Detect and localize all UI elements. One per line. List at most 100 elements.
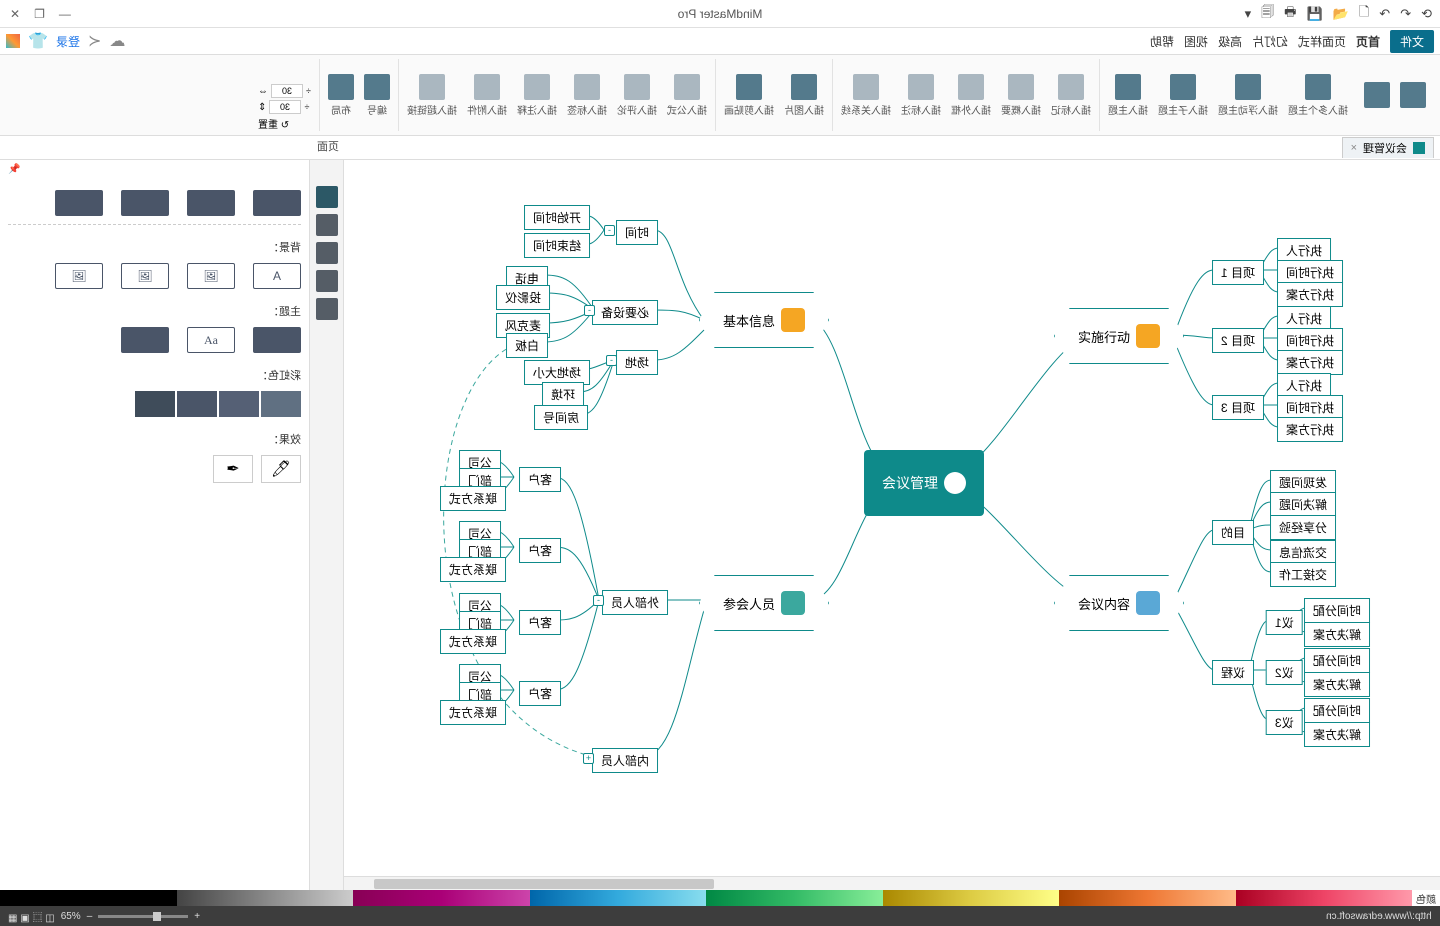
color-swatch[interactable] xyxy=(177,391,217,417)
expand-toggle[interactable]: + xyxy=(583,753,594,764)
layout-button[interactable]: 布局 xyxy=(328,74,354,117)
qat-refresh-icon[interactable]: ⟲ xyxy=(1421,6,1432,22)
insert-attachment[interactable]: 插入附件 xyxy=(467,74,507,117)
close-tab-icon[interactable]: × xyxy=(1351,142,1357,154)
layout-thumb[interactable] xyxy=(121,190,169,216)
node-root[interactable]: 会议管理 xyxy=(864,450,984,516)
share-icon[interactable]: ≻ xyxy=(88,31,101,51)
insert-float-topic[interactable]: 插入浮动主题 xyxy=(1218,74,1278,117)
star-tool-icon[interactable] xyxy=(316,242,338,264)
spacing-h-input[interactable]: 30 xyxy=(271,84,303,98)
collapse-toggle[interactable]: - xyxy=(593,595,604,606)
node-exec[interactable]: 实施行动 xyxy=(1054,308,1184,364)
collapse-toggle[interactable]: - xyxy=(606,355,617,366)
node-project[interactable]: 项目 3 xyxy=(1212,395,1264,420)
leaf[interactable]: 分享经验 xyxy=(1270,515,1336,540)
insert-clipart[interactable]: 插入剪贴画 xyxy=(724,74,774,117)
zoom-out[interactable]: – xyxy=(87,911,93,922)
shirt-icon[interactable]: 👕 xyxy=(28,31,48,51)
numbering-button[interactable]: 编号 xyxy=(364,74,390,117)
insert-image[interactable]: 插入图片 xyxy=(784,74,824,117)
qat-new-icon[interactable]: 🗋 xyxy=(1359,3,1369,25)
window-close[interactable]: ✕ xyxy=(10,7,20,21)
node-ext[interactable]: 外部人员 xyxy=(602,590,668,615)
bg-thumb[interactable]: A xyxy=(253,263,301,289)
color-swatch[interactable] xyxy=(261,391,301,417)
qat-save-icon[interactable]: 💾 xyxy=(1306,6,1322,22)
leaf[interactable]: 执行方案 xyxy=(1277,282,1343,307)
spacing-h-icon[interactable]: ⇔ xyxy=(258,86,268,97)
leaf[interactable]: 解决方案 xyxy=(1304,672,1370,697)
node-guest[interactable]: 客户 xyxy=(519,538,561,563)
leaf[interactable]: 时间分配 xyxy=(1304,598,1370,623)
leaf[interactable]: 结束时间 xyxy=(524,233,590,258)
collapse-toggle[interactable]: - xyxy=(604,225,615,236)
node-time[interactable]: 时间 xyxy=(616,220,658,245)
tab-pagestyle[interactable]: 页面样式 xyxy=(1298,33,1346,50)
window-minimize[interactable]: — xyxy=(59,7,71,21)
leaf[interactable]: 联系方式 xyxy=(440,486,506,511)
leaf[interactable]: 环境 xyxy=(542,382,584,407)
node-agenda-item[interactable]: 议2 xyxy=(1266,660,1303,685)
color-swatch[interactable] xyxy=(135,391,175,417)
reset-button[interactable]: ↻ 重置 xyxy=(258,116,289,131)
color-swatch[interactable] xyxy=(883,890,1060,906)
zoom-in[interactable]: + xyxy=(194,911,200,922)
insert-summary[interactable]: 插入概要 xyxy=(1001,74,1041,117)
qat-undo-icon[interactable]: ↶ xyxy=(1379,6,1390,22)
node-guest[interactable]: 客户 xyxy=(519,467,561,492)
node-equip[interactable]: 必要设备 xyxy=(592,300,658,325)
scrollbar-thumb[interactable] xyxy=(374,879,714,889)
insert-formula[interactable]: 插入公式 xyxy=(667,74,707,117)
tab-slides[interactable]: 幻灯片 xyxy=(1252,33,1288,50)
tab-view[interactable]: 视图 xyxy=(1184,33,1208,50)
bg-thumb[interactable]: 🖼 xyxy=(121,263,169,289)
leaf[interactable]: 解决方案 xyxy=(1304,622,1370,647)
qat-open-icon[interactable]: 📂 xyxy=(1333,6,1349,22)
file-button[interactable]: 文件 xyxy=(1390,30,1434,53)
layout-thumb[interactable] xyxy=(187,190,235,216)
insert-comment[interactable]: 插入评论 xyxy=(617,74,657,117)
theme-thumb[interactable] xyxy=(121,327,169,353)
color-swatch[interactable] xyxy=(177,890,354,906)
insert-hyperlink[interactable]: 插入超链接 xyxy=(407,74,457,117)
insert-marker[interactable]: 插入标记 xyxy=(1051,74,1091,117)
effect-brush-icon[interactable]: 🖊 xyxy=(261,455,301,483)
layout-thumb[interactable] xyxy=(55,190,103,216)
leaf[interactable]: 交接工作 xyxy=(1270,562,1336,587)
node-project[interactable]: 项目 1 xyxy=(1212,260,1264,285)
color-swatch[interactable] xyxy=(353,890,530,906)
color-swatch[interactable] xyxy=(530,890,707,906)
leaf[interactable]: 联系方式 xyxy=(440,557,506,582)
login-link[interactable]: 登录 xyxy=(56,33,80,50)
insert-tag[interactable]: 插入标签 xyxy=(567,74,607,117)
leaf[interactable]: 房间号 xyxy=(534,405,588,430)
document-tab[interactable]: × 会议管理 xyxy=(1342,137,1434,158)
theme-thumb[interactable] xyxy=(253,327,301,353)
leaf[interactable]: 联系方式 xyxy=(440,700,506,725)
insert-topic[interactable]: 插入主题 xyxy=(1108,74,1148,117)
spacing-v-icon[interactable]: ⇕ xyxy=(258,102,266,113)
color-swatch[interactable] xyxy=(706,890,883,906)
node-guest[interactable]: 客户 xyxy=(519,610,561,635)
insert-relation[interactable]: 插入关系线 xyxy=(841,74,891,117)
leaf[interactable]: 执行方案 xyxy=(1277,350,1343,375)
insert-note[interactable]: 插入注释 xyxy=(517,74,557,117)
tab-help[interactable]: 帮助 xyxy=(1150,33,1174,50)
calendar-tool-icon[interactable] xyxy=(316,298,338,320)
leaf[interactable]: 开始时间 xyxy=(524,205,590,230)
qat-dropdown-icon[interactable]: ▾ xyxy=(1245,6,1252,22)
node-agenda[interactable]: 议程 xyxy=(1212,660,1254,685)
horizontal-scrollbar[interactable] xyxy=(344,876,1440,890)
qat-redo-icon[interactable]: ↷ xyxy=(1400,6,1411,22)
tab-home[interactable]: 首页 xyxy=(1356,33,1380,50)
leaf[interactable]: 解决问题 xyxy=(1270,492,1336,517)
tab-advanced[interactable]: 高级 xyxy=(1218,33,1242,50)
insert-multi-topic[interactable]: 插入多个主题 xyxy=(1288,74,1348,117)
insert-callout[interactable]: 插入标注 xyxy=(901,74,941,117)
leaf[interactable]: 时间分配 xyxy=(1304,698,1370,723)
badge-tool-icon[interactable] xyxy=(316,270,338,292)
zoom-slider[interactable] xyxy=(98,915,188,918)
node-venue[interactable]: 场地 xyxy=(616,350,658,375)
node-project[interactable]: 项目 2 xyxy=(1212,328,1264,353)
